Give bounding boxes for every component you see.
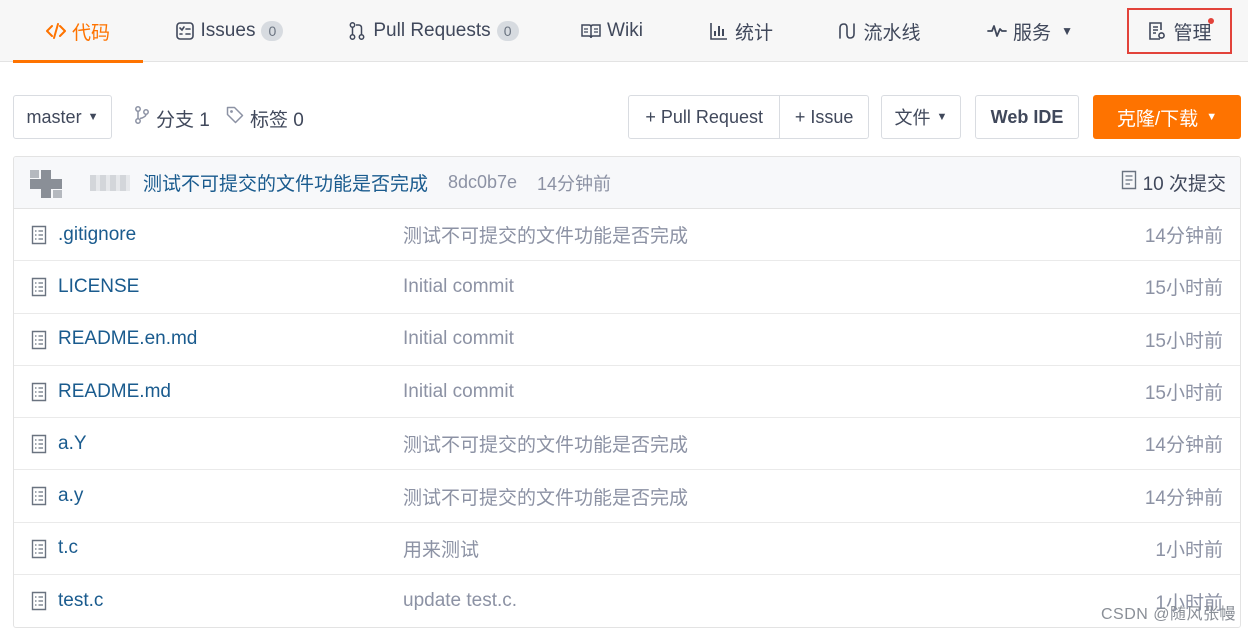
tab-stats[interactable]: 统计 [698, 0, 784, 62]
table-row: LICENSE Initial commit 15小时前 [14, 261, 1240, 314]
repo-nav-bar: 代码 Issues 0 Pull Requests 0 Wiki 统计 流水线 [0, 0, 1248, 63]
file-name-link[interactable]: README.md [58, 381, 171, 403]
pull-request-icon [347, 21, 367, 41]
tab-services-label: 服务 [1013, 22, 1052, 44]
file-name-link[interactable]: test.c [58, 590, 103, 612]
tab-pipeline-label: 流水线 [863, 22, 921, 44]
file-commit-time: 14分钟前 [1144, 226, 1223, 248]
branches-label: 分支 1 [156, 109, 210, 131]
file-name-link[interactable]: README.en.md [58, 328, 197, 350]
file-icon [31, 382, 47, 402]
code-brackets-icon [45, 21, 66, 41]
bar-chart-icon [709, 21, 729, 41]
file-name-link[interactable]: t.c [58, 537, 78, 559]
file-commit-time: 1小时前 [1155, 539, 1223, 561]
file-menu-label: 文件 [894, 108, 931, 128]
table-row: a.Y 测试不可提交的文件功能是否完成 14分钟前 [14, 418, 1240, 471]
file-name-link[interactable]: LICENSE [58, 276, 139, 298]
file-commit-message[interactable]: 测试不可提交的文件功能是否完成 [403, 483, 688, 510]
commit-count-link[interactable]: 10 次提交 [1121, 169, 1226, 196]
chevron-down-icon: ▼ [1206, 111, 1218, 123]
issues-count-badge: 0 [261, 21, 284, 41]
tab-issues-label: Issues [200, 20, 256, 41]
pull-requests-count-badge: 0 [496, 21, 519, 41]
file-commit-message[interactable]: 测试不可提交的文件功能是否完成 [403, 221, 688, 248]
file-commit-message[interactable]: update test.c. [403, 590, 517, 612]
file-commit-message[interactable]: Initial commit [403, 381, 514, 403]
tab-issues[interactable]: Issues 0 [160, 0, 298, 62]
file-icon [31, 486, 47, 506]
table-row: README.en.md Initial commit 15小时前 [14, 314, 1240, 366]
tab-pull-requests-label: Pull Requests [373, 20, 491, 41]
notification-dot [1208, 18, 1214, 24]
table-row: README.md Initial commit 15小时前 [14, 366, 1240, 419]
new-issue-button[interactable]: + Issue [779, 96, 868, 138]
tab-manage-label: 管理 [1173, 22, 1212, 44]
file-commit-message[interactable]: 用来测试 [403, 535, 479, 562]
author-name[interactable] [90, 175, 130, 191]
pulse-icon [987, 21, 1007, 41]
tab-pipeline[interactable]: 流水线 [826, 0, 932, 62]
file-name-link[interactable]: .gitignore [58, 224, 136, 246]
file-commit-time: 15小时前 [1144, 278, 1223, 300]
file-commit-time: 15小时前 [1144, 330, 1223, 352]
file-icon [31, 591, 47, 611]
tab-services[interactable]: 服务 ▼ [976, 0, 1084, 62]
file-commit-time: 14分钟前 [1144, 435, 1223, 457]
file-menu-button[interactable]: 文件 ▼ [881, 95, 961, 139]
chevron-down-icon: ▼ [936, 111, 948, 123]
file-rows: .gitignore 测试不可提交的文件功能是否完成 14分钟前 LICENSE… [14, 209, 1240, 627]
branch-selector-label: master [26, 106, 82, 127]
branches-link[interactable]: 分支 1 [134, 96, 210, 140]
file-commit-message[interactable]: Initial commit [403, 328, 514, 350]
branch-icon [134, 106, 150, 130]
file-name-link[interactable]: a.y [58, 485, 83, 507]
file-commit-message[interactable]: 测试不可提交的文件功能是否完成 [403, 430, 688, 457]
file-name-link[interactable]: a.Y [58, 433, 87, 455]
latest-commit-time: 14分钟前 [537, 173, 612, 194]
chevron-down-icon: ▼ [87, 111, 99, 123]
chevron-down-icon: ▼ [1061, 24, 1073, 38]
tab-code-label: 代码 [71, 22, 110, 44]
file-commit-time: 15小时前 [1144, 383, 1223, 405]
create-button-group: + Pull Request + Issue [628, 95, 869, 139]
file-icon [31, 225, 47, 245]
commit-doc-icon [1121, 170, 1137, 196]
table-row: test.c update test.c. 1小时前 [14, 575, 1240, 627]
tab-wiki[interactable]: Wiki [570, 0, 654, 62]
tab-manage[interactable]: 管理 [1127, 8, 1232, 54]
web-ide-button[interactable]: Web IDE [975, 95, 1079, 139]
commit-count-label: 10 次提交 [1142, 174, 1226, 195]
tab-code[interactable]: 代码 [13, 0, 143, 63]
branch-selector[interactable]: master ▼ [13, 95, 112, 139]
latest-commit-message[interactable]: 测试不可提交的文件功能是否完成 [143, 169, 428, 196]
file-icon [31, 539, 47, 559]
table-row: .gitignore 测试不可提交的文件功能是否完成 14分钟前 [14, 209, 1240, 262]
file-icon [31, 330, 47, 350]
tag-icon [226, 106, 244, 130]
file-commit-time: 14分钟前 [1144, 487, 1223, 509]
avatar[interactable] [30, 170, 62, 198]
clone-download-label: 克隆/下载 [1116, 108, 1199, 130]
watermark: CSDN @随风张幔 [1100, 606, 1236, 623]
new-pull-request-button[interactable]: + Pull Request [629, 96, 779, 138]
latest-commit-sha[interactable]: 8dc0b7e [448, 172, 517, 193]
clone-download-button[interactable]: 克隆/下载 ▼ [1093, 95, 1241, 139]
table-row: a.y 测试不可提交的文件功能是否完成 14分钟前 [14, 470, 1240, 523]
file-commit-message[interactable]: Initial commit [403, 276, 514, 298]
file-icon [31, 434, 47, 454]
book-icon [581, 21, 601, 41]
tags-link[interactable]: 标签 0 [226, 96, 304, 140]
file-icon [31, 277, 47, 297]
issue-list-icon [175, 21, 195, 41]
table-row: t.c 用来测试 1小时前 [14, 523, 1240, 576]
tab-stats-label: 统计 [734, 22, 773, 44]
latest-commit-bar: 测试不可提交的文件功能是否完成 8dc0b7e 14分钟前 10 次提交 [14, 157, 1240, 209]
pipeline-icon [837, 21, 857, 41]
settings-doc-icon [1147, 21, 1167, 41]
tags-label: 标签 0 [250, 109, 304, 131]
tab-pull-requests[interactable]: Pull Requests 0 [338, 0, 528, 62]
file-list: 测试不可提交的文件功能是否完成 8dc0b7e 14分钟前 10 次提交 .gi… [13, 156, 1241, 628]
tab-wiki-label: Wiki [607, 20, 643, 41]
